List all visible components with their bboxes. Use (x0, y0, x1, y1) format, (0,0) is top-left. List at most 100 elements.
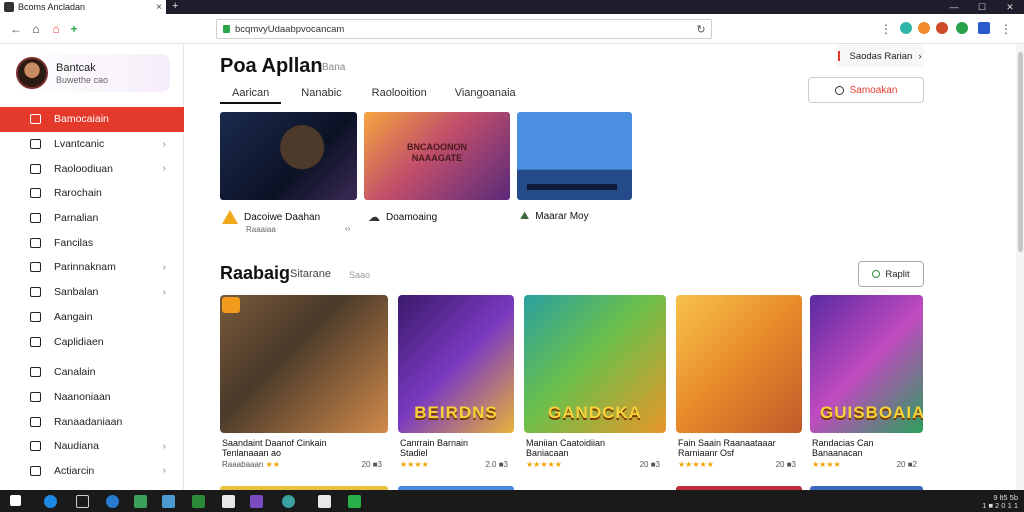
extension-icon[interactable] (956, 22, 968, 34)
section-button-label: Raplit (885, 268, 910, 280)
tab-item[interactable]: Raolooition (360, 84, 439, 104)
sidebar-item[interactable]: Parinnaknam › (0, 255, 184, 280)
featured-caption-1[interactable]: Dacoiwe Daahan (222, 210, 320, 224)
task-view-icon[interactable] (76, 495, 89, 508)
back-icon[interactable]: ← (8, 21, 24, 37)
windows-start-icon[interactable] (10, 495, 21, 506)
nav-item-icon (30, 163, 41, 174)
sidebar-item[interactable]: Naudiana › (0, 434, 184, 459)
game-card[interactable]: GUISBOAIA Randacias Can Banaanacan ★★★★ 20 … (810, 295, 923, 475)
star-icon: ★★★★★ (526, 460, 562, 469)
app-icon[interactable] (222, 495, 235, 508)
sidebar-item[interactable]: Sanbalan › (0, 280, 184, 305)
sidebar-item[interactable]: Naanoniaan (0, 385, 184, 410)
page-title: Poa Apllan (220, 55, 323, 77)
sidebar-item[interactable]: Ranaadaniaan (0, 409, 184, 434)
menu-icon[interactable]: ⋮ (998, 21, 1014, 37)
chevron-right-icon: › (162, 261, 166, 273)
home-red-icon[interactable]: ⌂ (48, 21, 64, 37)
game-card[interactable]: BEIRDNS Canrrain Barnain Stadiel ★★★★ 2.0 ■… (398, 295, 514, 475)
sidebar-item[interactable]: Aangain (0, 305, 184, 330)
address-bar[interactable]: bcqmvyUdaabpvocancam ↻ (216, 19, 712, 39)
featured-caption-text: Dacoiwe Daahan (244, 211, 321, 223)
sidebar-item-label: Bamocaiain (54, 113, 109, 126)
nav-item-icon (30, 391, 41, 402)
extension-icon[interactable] (978, 22, 990, 34)
app-icon[interactable] (282, 495, 295, 508)
nav-item-icon (30, 367, 41, 378)
maximize-button[interactable]: ☐ (968, 0, 996, 14)
tab-item[interactable]: Viangoanaia (443, 84, 528, 104)
browser-icon[interactable] (106, 495, 119, 508)
system-tray[interactable]: 9 lt5 5b 1 ■ 2 0 1 1 (982, 494, 1018, 510)
star-icon: ★★★★★ (678, 460, 714, 469)
sidebar-item[interactable]: Parnalian (0, 206, 184, 231)
game-price: 2.0 ■3 (485, 460, 508, 469)
top-action-button[interactable]: Saodas Rarian › (836, 45, 924, 67)
reload-icon[interactable]: ↻ (691, 23, 711, 36)
sidebar-item[interactable]: Actiarcin › (0, 459, 184, 484)
game-rating: ★★★★★ (678, 460, 714, 469)
app-icon[interactable] (162, 495, 175, 508)
sidebar-item[interactable]: Canalain (0, 360, 184, 385)
scrollbar-thumb[interactable] (1018, 52, 1023, 252)
code-icon[interactable]: ‹› (345, 224, 350, 233)
tab-item[interactable]: Nanabic (289, 84, 353, 104)
featured-card-3[interactable] (517, 112, 632, 200)
minimize-button[interactable]: — (940, 0, 968, 14)
sidebar-item-label: Aangain (54, 310, 93, 323)
featured-card-2[interactable]: BNCAOONON NAAAGATE (364, 112, 510, 200)
app-icon[interactable] (192, 495, 205, 508)
sidebar-item[interactable]: Bamocaiain (0, 107, 184, 132)
grid-icon[interactable]: ⋮ (878, 21, 894, 37)
tab-item[interactable]: Aarican (220, 84, 282, 104)
game-rating: ★★★★ (400, 460, 429, 469)
nav-item-icon (30, 311, 41, 322)
app-icon[interactable] (134, 495, 147, 508)
game-card[interactable]: Fain Saain Raanaataaar Rarniaanr Osf ★★★★… (676, 295, 802, 475)
sidebar: Bantcak Buwethe cao Bamocaiain Lvantcanic… (0, 44, 184, 490)
home-icon[interactable]: ⌂ (28, 21, 44, 37)
game-card[interactable]: Saandaint Daanof Cinkain Tenlanaaan ao Raa… (220, 295, 388, 475)
sidebar-item[interactable]: Lvantcanic › (0, 132, 184, 157)
sidebar-nav: Bamocaiain Lvantcanic › Raoloodiuan › Rarocha… (0, 107, 184, 483)
profile-card[interactable]: Bantcak Buwethe cao (12, 54, 170, 92)
chevron-right-icon: › (918, 50, 922, 62)
sidebar-item-label: Parinnaknam (54, 261, 116, 274)
app-icon[interactable] (348, 495, 361, 508)
sidebar-item[interactable]: Caplidiaen (0, 329, 184, 354)
game-subtitle: Banaanacan (812, 448, 863, 458)
game-art-title: BEIRDNS (414, 403, 498, 422)
featured-caption-3[interactable]: ⛰ Maarar Moy (520, 210, 589, 223)
sidebar-item[interactable]: Fancilas (0, 230, 184, 255)
game-art (220, 295, 388, 433)
nav-item-icon (30, 213, 41, 224)
add-icon[interactable]: + (66, 21, 82, 37)
close-icon[interactable]: × (152, 2, 166, 13)
game-price: 20 ■3 (775, 460, 796, 469)
nav-item-icon (30, 416, 41, 427)
edge-icon[interactable] (44, 495, 57, 508)
sidebar-item-label: Fancilas (54, 236, 94, 249)
game-card[interactable]: GANDCKA Maniian Caatoidiian Baniacaan ★★★★… (524, 295, 666, 475)
game-title: Saandaint Daanof Cinkain (222, 438, 327, 448)
featured-card-1[interactable] (220, 112, 357, 200)
app-icon[interactable] (250, 495, 263, 508)
extension-icon[interactable] (900, 22, 912, 34)
section-button[interactable]: Raplit (858, 261, 924, 287)
featured-caption-2[interactable]: ☁ Doamoaing (368, 210, 437, 224)
app-icon[interactable] (318, 495, 331, 508)
browser-tab[interactable]: Bcoms Ancladan × (0, 0, 166, 14)
new-tab-button[interactable]: + (172, 0, 178, 14)
sidebar-item[interactable]: Rarochain (0, 181, 184, 206)
sidebar-item[interactable]: Raoloodiuan › (0, 156, 184, 181)
window-close-button[interactable]: ✕ (996, 0, 1024, 14)
profile-name: Bantcak (56, 61, 96, 74)
rating-text: Raaabaaan (222, 460, 264, 469)
search-button[interactable]: Samoakan (808, 77, 924, 103)
chevron-right-icon: › (162, 465, 166, 477)
extension-icon[interactable] (936, 22, 948, 34)
extension-icon[interactable] (918, 22, 930, 34)
game-title: Randacias Can (812, 438, 874, 448)
browser-toolbar: ← ⌂ ⌂ + bcqmvyUdaabpvocancam ↻ ⋮ ⋮ (0, 14, 1024, 44)
